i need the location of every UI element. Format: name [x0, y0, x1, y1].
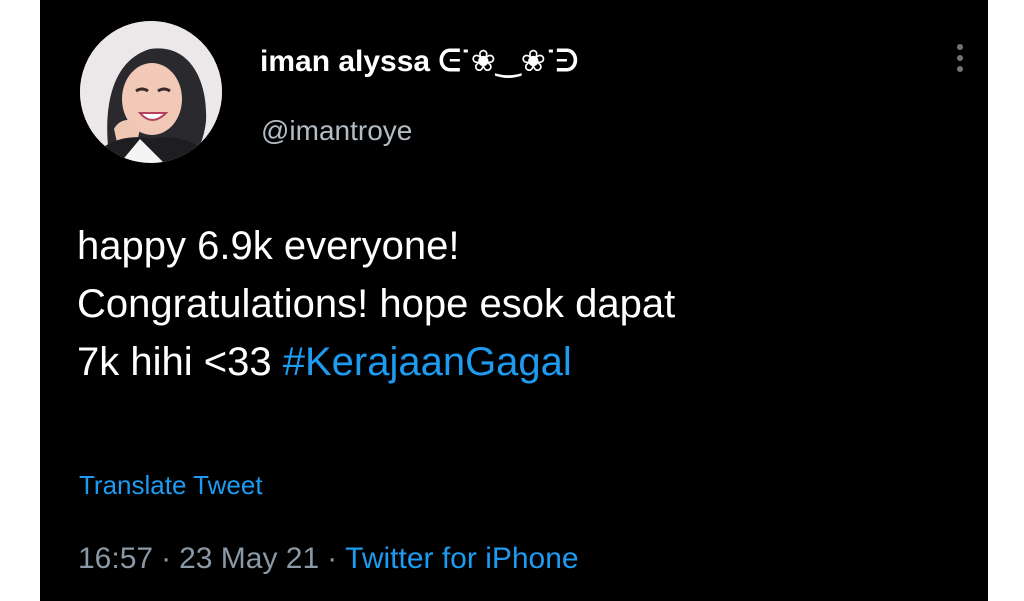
tweet-text-line: happy 6.9k everyone! — [77, 224, 460, 268]
tweet-text: happy 6.9k everyone! Congratulations! ho… — [77, 217, 977, 391]
tweet-text-line: 7k hihi <33 #KerajaanGagal — [77, 333, 977, 391]
more-vertical-icon[interactable] — [952, 44, 968, 84]
separator-dot: · — [161, 542, 172, 575]
translate-tweet-link[interactable]: Translate Tweet — [79, 470, 263, 501]
screenshot-frame: iman alyssa ᕮ˙❀‿❀˙ᕭ @imantroye happy 6.9… — [0, 0, 1024, 601]
more-dot — [957, 44, 963, 50]
hashtag-link[interactable]: #KerajaanGagal — [283, 340, 572, 384]
avatar[interactable] — [80, 21, 222, 163]
tweet-text-line: Congratulations! hope esok dapat — [77, 282, 676, 326]
more-dot — [957, 55, 963, 61]
tweet-time[interactable]: 16:57 — [78, 542, 153, 575]
tweet-card: iman alyssa ᕮ˙❀‿❀˙ᕭ @imantroye happy 6.9… — [40, 0, 988, 601]
tweet-metadata: 16:57 · 23 May 21 · Twitter for iPhone — [78, 542, 579, 576]
tweet-source-link[interactable]: Twitter for iPhone — [345, 542, 578, 575]
user-handle[interactable]: @imantroye — [261, 115, 412, 147]
tweet-date[interactable]: 23 May 21 — [179, 542, 319, 575]
separator-dot: · — [327, 542, 338, 575]
tweet-text-segment: 7k hihi <33 — [77, 340, 283, 384]
more-dot — [957, 66, 963, 72]
display-name[interactable]: iman alyssa ᕮ˙❀‿❀˙ᕭ — [260, 44, 578, 79]
profile-photo-image — [80, 21, 222, 163]
